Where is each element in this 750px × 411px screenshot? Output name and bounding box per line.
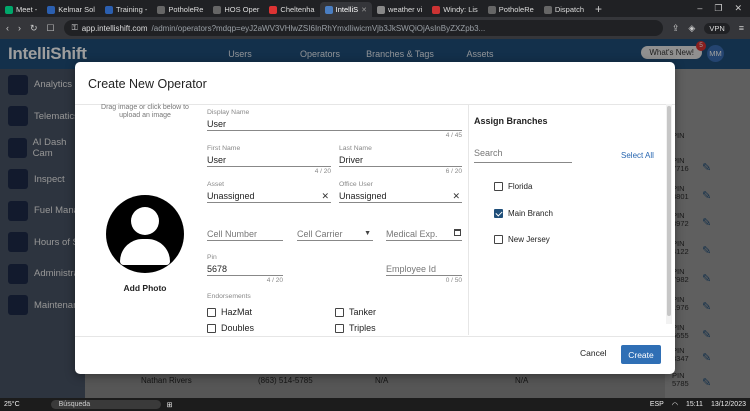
os-taskbar: 25°C Búsqueda ⊞ ESP ◠ 15:11 13/12/2023 bbox=[0, 398, 750, 411]
close-tab-icon[interactable]: ✕ bbox=[361, 6, 367, 14]
lock-icon: ⚿ bbox=[71, 23, 78, 32]
browser-tab[interactable]: Windy: Lis bbox=[427, 2, 483, 17]
office-user-select[interactable]: Office User Unassigned ✕ bbox=[339, 181, 462, 203]
new-tab-icon[interactable]: + bbox=[589, 2, 608, 16]
forward-icon[interactable]: › bbox=[18, 23, 21, 33]
dialog-scrollbar[interactable] bbox=[666, 104, 672, 324]
checkbox[interactable] bbox=[494, 235, 503, 244]
browser-tab[interactable]: PotholeRe bbox=[483, 2, 539, 17]
add-photo-button[interactable]: Add Photo bbox=[105, 283, 185, 293]
last-name-field[interactable]: Last Name Driver 6 / 20 bbox=[339, 145, 462, 176]
pin-field[interactable]: Pin 5678 4 / 20 bbox=[207, 254, 283, 285]
calendar-icon[interactable] bbox=[454, 229, 461, 236]
tab-favicon-icon bbox=[377, 5, 385, 14]
doubles-checkbox[interactable]: Doubles bbox=[207, 323, 254, 333]
checkbox[interactable] bbox=[494, 182, 503, 191]
display-name-field[interactable]: Display Name User 4 / 45 bbox=[207, 109, 462, 140]
endorsements-label: Endorsements bbox=[207, 293, 251, 300]
checkbox[interactable] bbox=[207, 323, 216, 333]
start-icon[interactable]: ⊞ bbox=[167, 401, 173, 409]
minimize-icon[interactable]: – bbox=[697, 3, 702, 14]
browser-tab[interactable]: Dispatch bbox=[539, 2, 589, 17]
clear-icon[interactable]: ✕ bbox=[321, 189, 329, 203]
hazmat-checkbox[interactable]: HazMat bbox=[207, 307, 252, 317]
branch-florida[interactable]: Florida bbox=[494, 182, 532, 191]
assign-branches-panel bbox=[468, 104, 667, 335]
tanker-checkbox[interactable]: Tanker bbox=[335, 307, 376, 317]
tab-favicon-icon bbox=[5, 5, 13, 14]
date: 13/12/2023 bbox=[710, 401, 746, 408]
branch-new-jersey[interactable]: New Jersey bbox=[494, 235, 550, 244]
checkbox[interactable] bbox=[335, 307, 344, 317]
tab-favicon-icon bbox=[324, 5, 333, 14]
tab-favicon-icon bbox=[157, 5, 166, 14]
reload-icon[interactable]: ↻ bbox=[30, 23, 38, 34]
browser-tab[interactable]: Cheltenha bbox=[264, 2, 319, 17]
cell-number-field[interactable]: Cell Number bbox=[207, 227, 283, 241]
url-bar[interactable]: ⚿ app.intellishift.com/admin/operators?m… bbox=[63, 20, 663, 36]
branch-search-input[interactable]: Search bbox=[474, 148, 572, 163]
cell-carrier-select[interactable]: Cell Carrier ▼ bbox=[297, 227, 373, 241]
branch-main[interactable]: Main Branch bbox=[494, 209, 553, 218]
checkbox[interactable] bbox=[207, 307, 216, 317]
close-window-icon[interactable]: ✕ bbox=[734, 3, 742, 14]
extensions-icon[interactable]: ◈ bbox=[688, 23, 695, 34]
weather-widget[interactable]: 25°C bbox=[4, 401, 20, 408]
tab-favicon-icon bbox=[47, 5, 56, 14]
select-all-link[interactable]: Select All bbox=[621, 151, 654, 160]
medical-exp-field[interactable]: Medical Exp. bbox=[386, 227, 462, 241]
employee-id-field[interactable]: Employee Id 0 / 50 bbox=[386, 262, 462, 285]
checkbox-checked[interactable] bbox=[494, 209, 503, 218]
wifi-icon[interactable]: ◠ bbox=[672, 401, 678, 409]
checkbox[interactable] bbox=[335, 323, 344, 333]
taskbar-search[interactable]: Búsqueda bbox=[50, 400, 161, 409]
browser-toolbar: ‹ › ↻ ☐ ⚿ app.intellishift.com/admin/ope… bbox=[0, 17, 750, 39]
vpn-button[interactable]: VPN bbox=[704, 22, 730, 34]
browser-tab[interactable]: HOS Oper bbox=[208, 2, 264, 17]
chevron-down-icon: ▼ bbox=[364, 230, 371, 237]
browser-tab-active[interactable]: IntelliS ✕ bbox=[319, 2, 372, 17]
maximize-icon[interactable]: ❐ bbox=[714, 3, 722, 14]
create-button[interactable]: Create bbox=[621, 345, 661, 364]
avatar-placeholder-icon[interactable] bbox=[106, 195, 184, 273]
tab-favicon-icon bbox=[269, 5, 278, 14]
browser-tab[interactable]: weather vi bbox=[372, 2, 427, 17]
asset-select[interactable]: Asset Unassigned ✕ bbox=[207, 181, 331, 203]
browser-tab[interactable]: PotholeRe bbox=[152, 2, 208, 17]
scrollbar-thumb[interactable] bbox=[667, 106, 671, 316]
tab-favicon-icon bbox=[487, 5, 496, 14]
photo-upload-help: Drag image or click below to upload an i… bbox=[101, 104, 189, 119]
back-icon[interactable]: ‹ bbox=[6, 23, 9, 33]
tab-favicon-icon bbox=[104, 5, 113, 14]
menu-icon[interactable]: ≡ bbox=[739, 23, 744, 33]
browser-tab-bar: Meet - Kelmar Sol Training - PotholeRe H… bbox=[0, 0, 750, 17]
first-name-field[interactable]: First Name User 4 / 20 bbox=[207, 145, 331, 176]
dialog-title: Create New Operator bbox=[88, 77, 207, 91]
tab-favicon-icon bbox=[543, 5, 552, 14]
clear-icon[interactable]: ✕ bbox=[452, 189, 460, 203]
system-tray: ESP ◠ 15:11 13/12/2023 bbox=[650, 401, 746, 409]
bookmark-icon[interactable]: ☐ bbox=[47, 23, 55, 34]
clock[interactable]: 15:11 bbox=[686, 401, 703, 408]
browser-tab[interactable]: Training - bbox=[100, 2, 152, 17]
tab-favicon-icon bbox=[213, 5, 222, 14]
browser-tab[interactable]: Kelmar Sol bbox=[42, 2, 100, 17]
window-controls: – ❐ ✕ bbox=[697, 3, 750, 14]
browser-tab[interactable]: Meet - bbox=[0, 2, 42, 17]
tab-favicon-icon bbox=[432, 5, 441, 14]
triples-checkbox[interactable]: Triples bbox=[335, 323, 376, 333]
language-indicator[interactable]: ESP bbox=[650, 401, 664, 408]
assign-branches-title: Assign Branches bbox=[474, 116, 548, 126]
share-icon[interactable]: ⇪ bbox=[672, 23, 680, 34]
cancel-button[interactable]: Cancel bbox=[580, 348, 606, 358]
